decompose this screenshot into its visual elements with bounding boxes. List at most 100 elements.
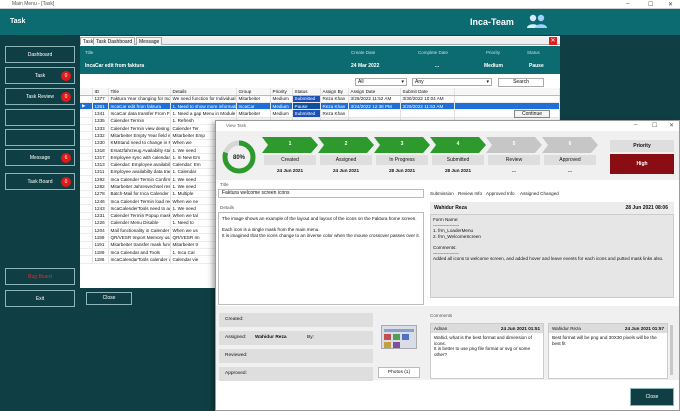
sidebar-item-bug-board[interactable]: Bug Board	[5, 268, 75, 285]
stage-step: 4 Submitted 28 Jun 2021	[430, 137, 486, 177]
table-row[interactable]: ▶ 1361 IncaCar edit from faktura 1. Need to…	[80, 102, 560, 111]
submission-date: 28 Jun 2021 08:06	[625, 205, 668, 211]
sidebar-item-hidden-2[interactable]	[5, 129, 75, 146]
progress-percent: 80%	[233, 155, 246, 161]
table-row[interactable]: 1377Faktura Year changing for Indev...We…	[80, 95, 560, 104]
tab-close-icon[interactable]: ✕	[549, 37, 557, 45]
table-cell: 1199	[92, 233, 109, 242]
table-cell: IncaCar data transfer From Fakt...	[108, 109, 171, 118]
tab-submission[interactable]: Submission	[430, 191, 454, 196]
table-row[interactable]: 1341IncaCar data transfer From Fakt...1.…	[80, 109, 560, 118]
table-cell: Reza Khan	[320, 109, 349, 118]
main-header: Task Inca-Team	[0, 9, 680, 35]
comment-author: Adnan	[434, 326, 448, 331]
stage-step: 1 Created 24 Jun 2021	[262, 137, 318, 177]
reviewed-row: Reviewed:	[219, 349, 373, 363]
tab-review-info[interactable]: Review Info	[458, 191, 482, 196]
sidebar-item-label: Task Review	[25, 93, 55, 100]
group-filter-select[interactable]: Any ▾	[412, 78, 492, 86]
status-filter-select[interactable]: All ▾	[355, 78, 407, 86]
comment-date: 24 Jun 2021 01:57	[624, 326, 664, 331]
details-field[interactable]: The image shows an example of the layout…	[218, 212, 424, 305]
table-cell: 1189	[92, 248, 109, 257]
tab-message[interactable]: Message	[136, 37, 163, 45]
progress-ring: 80%	[222, 140, 256, 174]
comment-author: Wahidur Reza	[552, 326, 581, 331]
table-cell	[348, 109, 401, 118]
sidebar-item-task-board[interactable]: Task Board 0	[5, 173, 75, 190]
sidebar-item-task-review[interactable]: Task Review 0	[5, 88, 75, 105]
close-icon[interactable]: ✕	[668, 1, 673, 8]
sidebar-item-dashboard[interactable]: Dashboard	[5, 46, 75, 63]
title-field[interactable]: Faktura welcome screen icons	[218, 189, 424, 198]
table-cell: Calendar: Employee availabilty ab...	[108, 160, 171, 169]
complete-date-value: ...	[435, 63, 440, 69]
column-header[interactable]: Status	[292, 88, 321, 96]
exit-button[interactable]: Exit	[5, 290, 75, 307]
sidebar-item-hidden-1[interactable]	[5, 109, 75, 126]
close-button[interactable]: Close	[86, 292, 132, 305]
table-cell: 1318	[92, 146, 109, 155]
priority-value-badge: High	[610, 154, 674, 174]
photo-thumbnail[interactable]	[381, 325, 417, 349]
stage-number: 3	[400, 141, 404, 147]
column-header[interactable]: Priority	[270, 88, 293, 96]
table-cell: 1. Need a gap Menu in Module Im Termin T…	[170, 109, 237, 118]
tab-task-dashboard[interactable]: Task Dashboard	[93, 37, 136, 45]
table-cell: 1186	[92, 255, 109, 264]
sidebar-item-task[interactable]: Task 0	[5, 67, 75, 84]
column-header[interactable]: Submit Date	[400, 88, 455, 96]
column-header[interactable]: ID	[92, 88, 109, 96]
sidebar-item-label: Task	[34, 72, 46, 79]
tab-assigned-changed[interactable]: Assigned Changed	[520, 191, 559, 196]
sidebar-item-message[interactable]: Message 6	[5, 149, 75, 166]
table-cell: Faktura Year changing for Indev...	[108, 95, 171, 104]
assigned-value: Wahidur Reza	[255, 335, 287, 340]
table-cell: QR/VESR Import Memory usage...	[108, 233, 171, 242]
maximize-icon[interactable]: ☐	[652, 122, 657, 129]
minimize-icon[interactable]: –	[626, 1, 629, 7]
status-filter-value: All	[358, 79, 364, 85]
column-header[interactable]: Title	[108, 88, 171, 96]
column-header[interactable]	[80, 88, 93, 96]
tab-approved-info[interactable]: Approved Info	[486, 191, 515, 196]
table-cell: 1333	[92, 124, 109, 133]
search-button[interactable]: Search	[498, 78, 544, 87]
table-cell: KMStand need to change in Fak...	[108, 139, 171, 147]
table-cell: 3/29/2022 11:52 AM	[348, 95, 401, 104]
sidebar-item-label: Dashboard	[27, 51, 53, 58]
comments-scrollbar[interactable]	[670, 325, 673, 375]
minimize-icon[interactable]: –	[634, 122, 637, 128]
task-count-badge: 0	[61, 71, 71, 81]
table-cell	[80, 109, 93, 118]
stage-name: Approved	[544, 155, 596, 165]
close-view-task-button[interactable]: Close	[630, 388, 674, 406]
assigned-row: Assigned: Wahidur Reza By:	[219, 331, 373, 345]
column-header[interactable]: Assign Date	[348, 88, 401, 96]
table-cell: Mail functionality in Calender	[108, 226, 171, 235]
maximize-icon[interactable]: ☐	[648, 1, 653, 8]
stage-step: 6 Approved...	[542, 137, 598, 177]
photos-button[interactable]: Photos (1)	[378, 367, 420, 378]
table-cell-filler	[454, 95, 560, 104]
task-summary-header: Title IncaCar edit from faktura Create D…	[80, 46, 560, 74]
column-header[interactable]: Details	[170, 88, 237, 96]
created-row: Created:	[219, 313, 373, 327]
table-cell	[80, 190, 93, 198]
column-header[interactable]: Group	[236, 88, 271, 96]
comment-text: Wahid, what is the best format and dimen…	[434, 335, 532, 357]
table-cell: We need function for Individual Employee…	[170, 95, 237, 104]
sidebar-item-label: Bug Board	[28, 273, 52, 280]
table-cell: Mitarbeiter Empty Year field erro...	[108, 131, 171, 140]
close-icon[interactable]: ✕	[669, 122, 674, 129]
table-cell: Medium	[270, 102, 293, 111]
column-header[interactable]: Assign By	[320, 88, 349, 96]
table-cell	[80, 255, 93, 264]
table-cell	[80, 226, 93, 235]
table-cell: Calender Termin Popup mask c...	[108, 212, 171, 220]
sidebar-item-label: Message	[29, 154, 51, 161]
table-cell	[80, 95, 93, 104]
continue-button[interactable]: Continue	[514, 110, 550, 118]
main-window-title: Main Menu - [Task]	[12, 1, 55, 7]
priority-label: Priority	[486, 50, 501, 55]
